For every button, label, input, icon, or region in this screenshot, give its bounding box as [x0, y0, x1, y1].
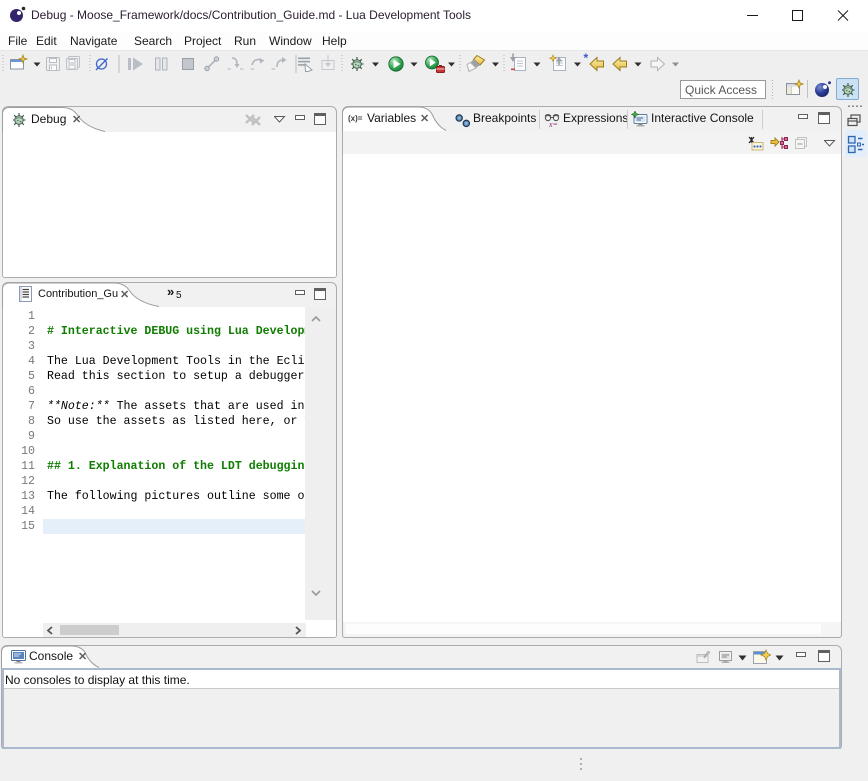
svg-text:x=: x= [548, 120, 558, 128]
svg-text:*: * [584, 51, 589, 65]
